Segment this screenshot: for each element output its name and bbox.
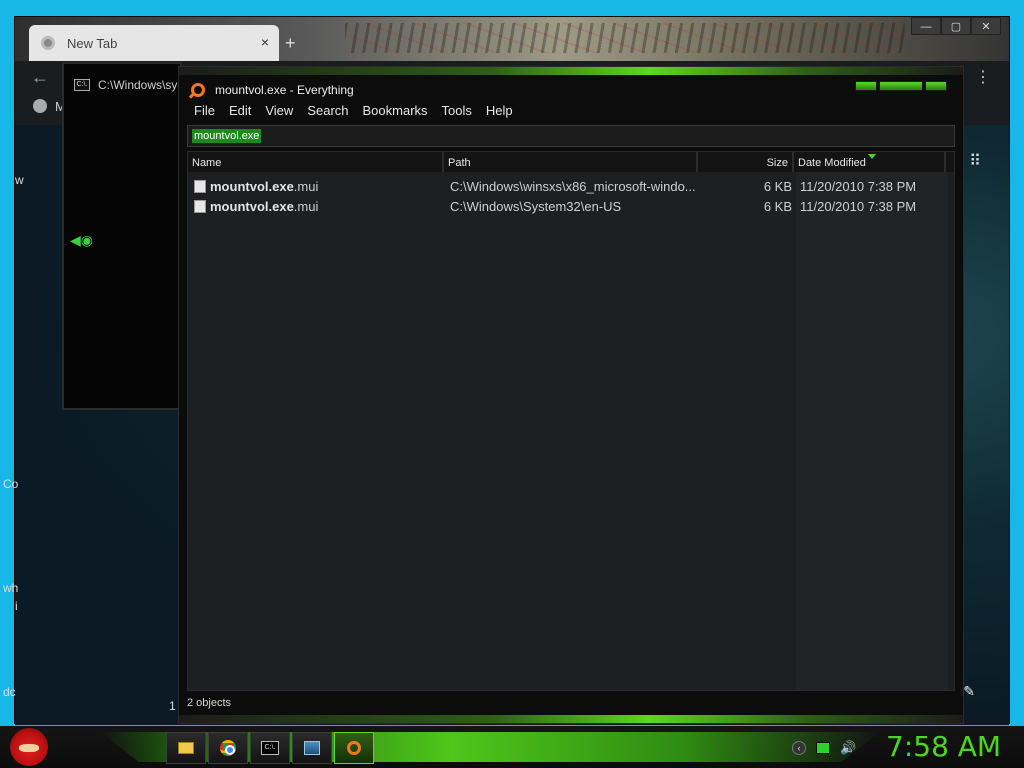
menu-edit[interactable]: Edit (222, 101, 258, 121)
chrome-tab-icon (41, 36, 55, 50)
file-path: C:\Windows\System32\en-US (450, 199, 622, 214)
browser-menu-icon[interactable]: ⋮ (975, 67, 991, 87)
table-row[interactable]: mountvol.exe.mui C:\Windows\winsxs\x86_m… (188, 176, 954, 196)
menu-file[interactable]: File (187, 101, 222, 121)
table-row[interactable]: mountvol.exe.mui C:\Windows\System32\en-… (188, 196, 954, 216)
sorted-column-highlight (796, 152, 948, 690)
close-button[interactable]: ✕ (971, 17, 1001, 35)
file-name: mountvol.exe.mui (210, 199, 319, 214)
menu-bar: File Edit View Search Bookmarks Tools He… (187, 101, 957, 121)
menu-search[interactable]: Search (300, 101, 355, 121)
window-bottom-border (179, 715, 963, 723)
taskbar-chrome[interactable] (208, 732, 248, 764)
menu-bookmarks[interactable]: Bookmarks (356, 101, 435, 121)
maximize-button[interactable]: ▢ (941, 17, 971, 35)
search-input[interactable]: mountvol.exe (187, 125, 955, 147)
chrome-icon (33, 99, 47, 113)
file-icon (194, 200, 206, 213)
close-button[interactable] (925, 81, 947, 91)
cmd-icon: C:\. (261, 741, 279, 755)
sort-indicator-icon (868, 154, 876, 159)
file-date: 11/20/2010 7:38 PM (800, 199, 917, 214)
cmd-title: C:\Windows\sys (98, 78, 184, 92)
results-header: Name Path Size Date Modified (188, 152, 954, 172)
clock[interactable]: 7:58 AM (886, 730, 1001, 763)
taskbar-pinned: C:\. (166, 732, 374, 764)
file-date: 11/20/2010 7:38 PM (800, 179, 917, 194)
tab-close-icon[interactable]: × (261, 34, 269, 50)
search-icon (347, 741, 361, 755)
file-path: C:\Windows\winsxs\x86_microsoft-windo... (450, 179, 696, 194)
file-icon (194, 180, 206, 193)
page-text-fragment: i (15, 599, 18, 613)
show-hidden-icons[interactable]: ‹ (792, 741, 806, 755)
page-text-fragment: wh (3, 581, 19, 595)
apps-grid-icon[interactable]: ⠿ (969, 151, 981, 171)
everything-window: mountvol.exe - Everything File Edit View… (178, 66, 964, 724)
everything-window-controls (855, 81, 947, 91)
edit-pencil-icon[interactable]: ✎ (963, 683, 975, 700)
maximize-button[interactable] (879, 81, 923, 91)
search-input-value: mountvol.exe (192, 129, 262, 143)
cursor-eye-icon: ◀◉ (70, 232, 93, 248)
everything-titlebar: mountvol.exe - Everything (179, 75, 963, 103)
theme-art (345, 23, 905, 53)
file-size: 6 KB (763, 179, 792, 194)
status-bar-count: 2 objects (187, 697, 232, 709)
search-app-icon (191, 83, 205, 97)
system-tray: ‹ 🔊 (792, 740, 856, 756)
menu-view[interactable]: View (258, 101, 300, 121)
page-text-fragment: dc (3, 685, 16, 699)
menu-help[interactable]: Help (479, 101, 520, 121)
window-title: mountvol.exe - Everything (215, 83, 354, 97)
cmd-window[interactable]: C:\. C:\Windows\sys ◀◉ (62, 62, 183, 410)
results-list[interactable]: Name Path Size Date Modified mountvol.ex… (187, 151, 955, 691)
back-arrow-icon[interactable]: ← (31, 67, 49, 88)
column-header-path[interactable]: Path (444, 152, 698, 172)
cmd-titlebar: C:\. C:\Windows\sys (74, 78, 183, 92)
volume-icon[interactable]: 🔊 (840, 740, 856, 756)
tab-new-tab[interactable]: New Tab × (29, 25, 279, 61)
page-text-fragment: Co (3, 477, 19, 491)
page-text-fragment: w (15, 173, 24, 187)
browser-window-controls: — ▢ ✕ (911, 17, 1001, 35)
taskbar-everything[interactable] (334, 732, 374, 764)
menu-tools[interactable]: Tools (435, 101, 479, 121)
taskbar-explorer[interactable] (166, 732, 206, 764)
file-name: mountvol.exe.mui (210, 179, 319, 194)
tab-title: New Tab (67, 35, 118, 51)
minimize-button[interactable]: — (911, 17, 941, 35)
new-tab-button[interactable]: + (285, 33, 296, 54)
column-header-size[interactable]: Size (698, 152, 794, 172)
minimize-button[interactable] (855, 81, 877, 91)
taskbar: C:\. ‹ 🔊 7:58 AM (0, 726, 1024, 768)
browser-titlebar: New Tab × + — ▢ ✕ (15, 17, 1009, 61)
page-text-fragment: 1 (169, 699, 176, 713)
cmd-icon: C:\. (74, 79, 90, 91)
file-size: 6 KB (763, 199, 792, 214)
column-header-name[interactable]: Name (188, 152, 444, 172)
taskbar-cmd[interactable]: C:\. (250, 732, 290, 764)
chrome-icon (220, 740, 236, 756)
action-center-icon[interactable] (816, 742, 830, 754)
network-icon (304, 741, 320, 755)
taskbar-network[interactable] (292, 732, 332, 764)
folder-icon (178, 742, 194, 754)
start-button[interactable] (10, 728, 48, 766)
